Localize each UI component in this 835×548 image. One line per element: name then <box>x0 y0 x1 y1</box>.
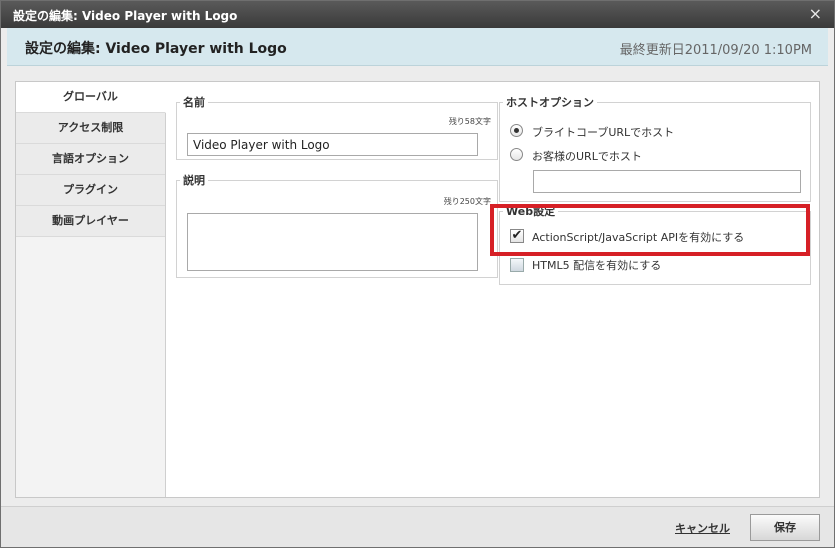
host-options-legend: ホストオプション <box>506 96 594 109</box>
red-highlight-box <box>490 204 810 256</box>
sidebar-item-video-player[interactable]: 動画プレイヤー <box>16 206 165 237</box>
radio-selected-dot <box>514 128 519 133</box>
description-counter: 残り250文字 <box>443 197 491 206</box>
host-custom-radio[interactable] <box>510 148 523 161</box>
sidebar-item-language[interactable]: 言語オプション <box>16 144 165 175</box>
name-section: 名前 残り58文字 <box>176 94 498 160</box>
host-custom-label: お客様のURLでホスト <box>532 150 642 163</box>
settings-panel: グローバル アクセス制限 言語オプション プラグイン 動画プレイヤー 名前 残り… <box>15 81 820 498</box>
dialog-footer: キャンセル 保存 <box>1 506 834 547</box>
sidebar-item-plugins[interactable]: プラグイン <box>16 175 165 206</box>
last-updated: 最終更新日2011/09/20 1:10PM <box>619 43 812 58</box>
window-title: 設定の編集: Video Player with Logo <box>13 9 238 23</box>
host-brightcove-radio[interactable] <box>510 124 523 137</box>
name-counter: 残り58文字 <box>448 117 491 126</box>
html5-checkbox-label: HTML5 配信を有効にする <box>532 259 662 272</box>
name-input[interactable] <box>187 133 478 156</box>
sidebar-item-access[interactable]: アクセス制限 <box>16 113 165 144</box>
html5-checkbox[interactable] <box>510 258 524 272</box>
dialog-header: 設定の編集: Video Player with Logo 最終更新日2011/… <box>7 28 828 66</box>
sidebar-item-global[interactable]: グローバル <box>16 82 166 113</box>
host-options-section: ホストオプション ブライトコーブURLでホスト お客様のURLでホスト <box>499 94 811 202</box>
cancel-button[interactable]: キャンセル <box>675 520 730 536</box>
description-legend: 説明 <box>183 174 205 187</box>
close-icon[interactable]: × <box>809 4 822 23</box>
save-button[interactable]: 保存 <box>750 514 820 541</box>
sidebar: グローバル アクセス制限 言語オプション プラグイン 動画プレイヤー <box>16 82 166 497</box>
description-section: 説明 残り250文字 <box>176 172 498 278</box>
title-bar: 設定の編集: Video Player with Logo × <box>1 1 834 28</box>
page-title: 設定の編集: Video Player with Logo <box>25 41 287 57</box>
name-legend: 名前 <box>183 96 205 109</box>
settings-dialog: 設定の編集: Video Player with Logo × 設定の編集: V… <box>0 0 835 548</box>
description-textarea[interactable] <box>187 213 478 271</box>
custom-url-input[interactable] <box>533 170 801 193</box>
host-brightcove-label: ブライトコーブURLでホスト <box>532 126 675 139</box>
